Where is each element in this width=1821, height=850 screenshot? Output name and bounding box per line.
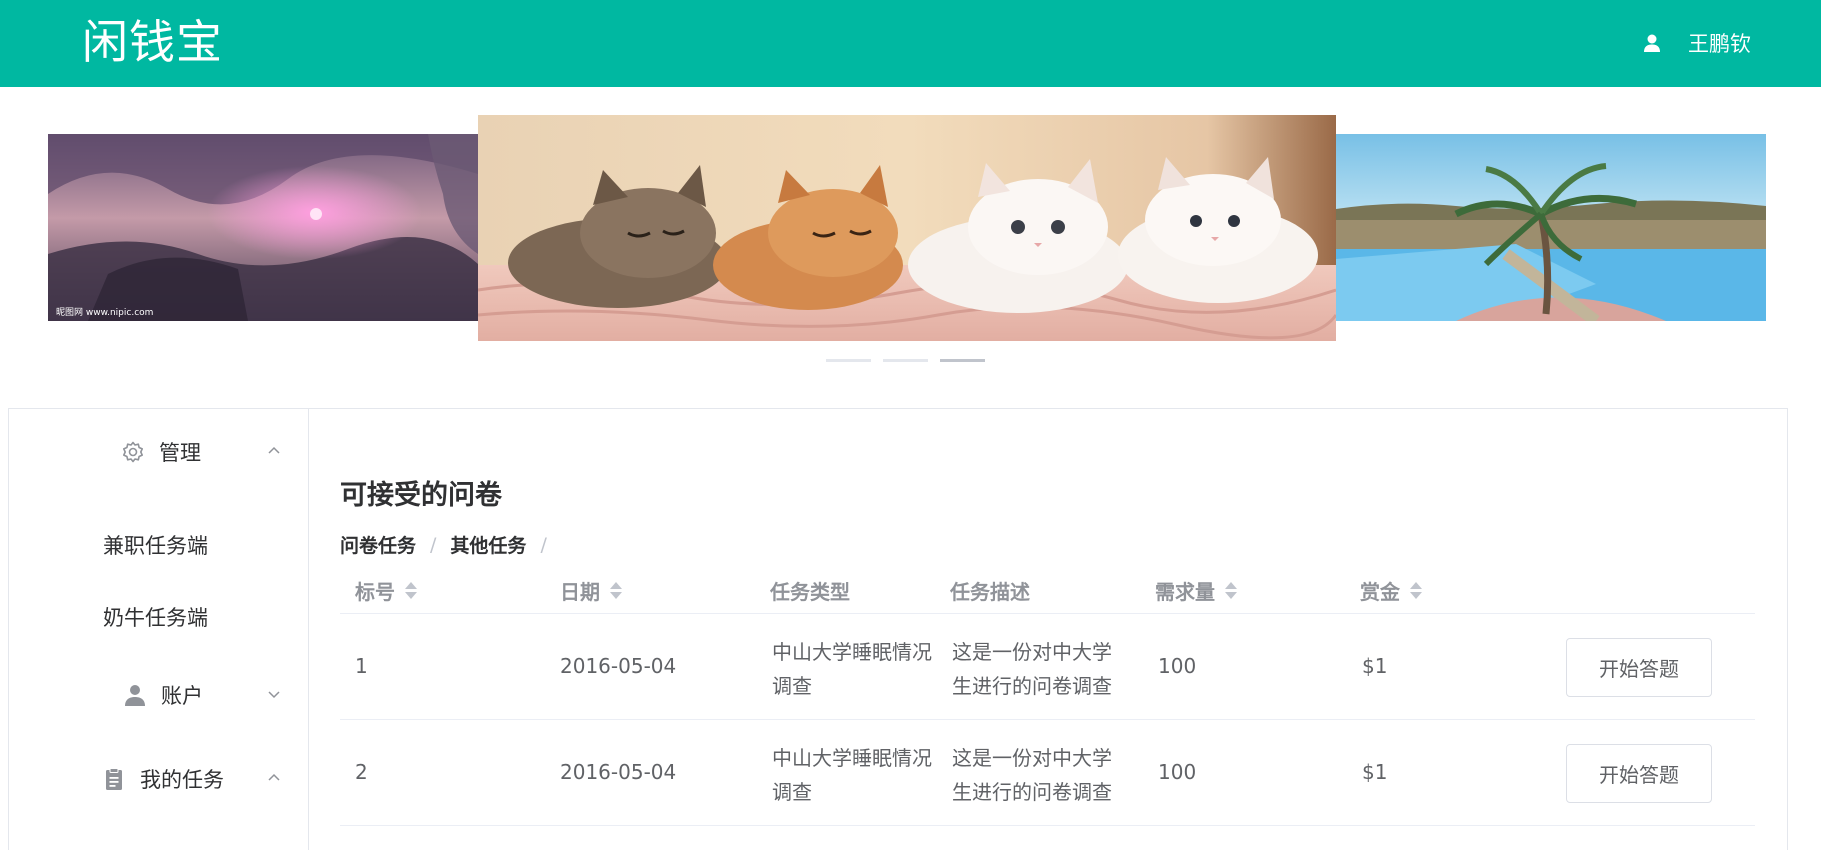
clipboard-icon <box>106 768 122 790</box>
breadcrumb-separator: / <box>430 533 437 556</box>
user-menu[interactable]: 王鹏钦 <box>1642 27 1751 59</box>
watermark: 昵图网 www.nipic.com <box>56 307 153 318</box>
user-icon <box>1644 34 1660 52</box>
menu-item-cow[interactable]: 奶牛任务端 <box>9 588 309 644</box>
cell-date: 2016-05-04 <box>560 654 677 678</box>
username[interactable]: 王鹏钦 <box>1688 28 1751 58</box>
column-desc: 任务描述 <box>950 576 1030 605</box>
carousel-slide-kittens[interactable] <box>478 115 1336 341</box>
carousel-indicator-3[interactable] <box>940 359 985 362</box>
page-title: 可接受的问卷 <box>340 480 502 511</box>
sort-icon[interactable] <box>610 581 622 601</box>
top-header: 闲钱宝 王鹏钦 <box>0 0 1821 87</box>
cell-quantity: 100 <box>1158 760 1197 784</box>
table-row: 1 2016-05-04 中山大学睡眠情况调查 这是一份对中大学生进行的问卷调查… <box>340 614 1755 720</box>
menu-mytasks-label: 我的任务 <box>140 768 224 792</box>
chevron-up-icon <box>268 446 280 454</box>
carousel-slide-fantasy[interactable]: 昵图网 www.nipic.com <box>48 134 478 321</box>
start-answer-button[interactable]: 开始答题 <box>1566 638 1712 697</box>
column-type-label: 任务类型 <box>770 580 850 604</box>
content-area: 可接受的问卷 问卷任务 / 其他任务 / 标号 日期 任务类型 任务描述 需求量… <box>309 409 1787 850</box>
menu-item-parttime[interactable]: 兼职任务端 <box>9 516 309 572</box>
user-icon <box>125 685 145 706</box>
cell-desc: 这是一份对中大学生进行的问卷调查 <box>952 640 1112 698</box>
cell-quantity: 100 <box>1158 654 1197 678</box>
cell-desc: 这是一份对中大学生进行的问卷调查 <box>952 746 1112 804</box>
column-quantity-label: 需求量 <box>1155 580 1215 604</box>
column-quantity[interactable]: 需求量 <box>1155 576 1237 605</box>
cell-reward: $1 <box>1362 760 1388 784</box>
cell-type: 中山大学睡眠情况调查 <box>772 746 932 804</box>
gear-icon <box>123 441 143 463</box>
column-date[interactable]: 日期 <box>560 576 622 605</box>
cell-id: 1 <box>355 654 368 678</box>
breadcrumb-other-tasks[interactable]: 其他任务 <box>450 531 526 558</box>
menu-manage-label: 管理 <box>159 441 201 465</box>
cell-reward: $1 <box>1362 654 1388 678</box>
palm-pool-image <box>1336 134 1766 321</box>
table-header: 标号 日期 任务类型 任务描述 需求量 赏金 <box>340 564 1755 614</box>
table-row: 2 2016-05-04 中山大学睡眠情况调查 这是一份对中大学生进行的问卷调查… <box>340 720 1755 826</box>
chevron-down-icon <box>268 691 280 699</box>
menu-account-label: 账户 <box>161 684 203 708</box>
carousel-indicator-2[interactable] <box>883 359 928 362</box>
column-id-label: 标号 <box>355 580 395 604</box>
menu-mytasks[interactable]: 我的任务 <box>9 750 309 806</box>
column-date-label: 日期 <box>560 580 600 604</box>
sort-icon[interactable] <box>1225 581 1237 601</box>
menu-item-cow-label: 奶牛任务端 <box>103 606 208 630</box>
column-desc-label: 任务描述 <box>950 580 1030 604</box>
fantasy-landscape-image: 昵图网 www.nipic.com <box>48 134 478 321</box>
menu-manage[interactable]: 管理 <box>9 423 309 479</box>
menu-account[interactable]: 账户 <box>9 666 309 722</box>
column-id[interactable]: 标号 <box>355 576 417 605</box>
cell-type: 中山大学睡眠情况调查 <box>772 640 932 698</box>
cell-id: 2 <box>355 760 368 784</box>
sort-icon[interactable] <box>405 581 417 601</box>
image-carousel: 昵图网 www.nipic.com <box>0 87 1821 387</box>
breadcrumb-separator: / <box>540 533 547 556</box>
kittens-image <box>478 115 1336 341</box>
column-reward-label: 赏金 <box>1360 580 1400 604</box>
app-logo[interactable]: 闲钱宝 <box>82 14 223 70</box>
start-answer-button[interactable]: 开始答题 <box>1566 744 1712 803</box>
chevron-up-icon <box>268 773 280 781</box>
cell-date: 2016-05-04 <box>560 760 677 784</box>
breadcrumb: 问卷任务 / 其他任务 / <box>340 531 561 558</box>
carousel-indicator-1[interactable] <box>826 359 871 362</box>
carousel-indicators <box>826 359 985 362</box>
breadcrumb-survey-tasks[interactable]: 问卷任务 <box>340 531 416 558</box>
carousel-slide-palms[interactable] <box>1336 134 1766 321</box>
column-type: 任务类型 <box>770 576 850 605</box>
sidebar-menu: 管理 兼职任务端 奶牛任务端 账户 我的任务 <box>9 409 309 850</box>
column-reward[interactable]: 赏金 <box>1360 576 1422 605</box>
main-panel: 管理 兼职任务端 奶牛任务端 账户 我的任务 可接受的问卷 问卷任务 / 其他任… <box>8 408 1788 850</box>
sort-icon[interactable] <box>1410 581 1422 601</box>
menu-item-parttime-label: 兼职任务端 <box>103 534 208 558</box>
